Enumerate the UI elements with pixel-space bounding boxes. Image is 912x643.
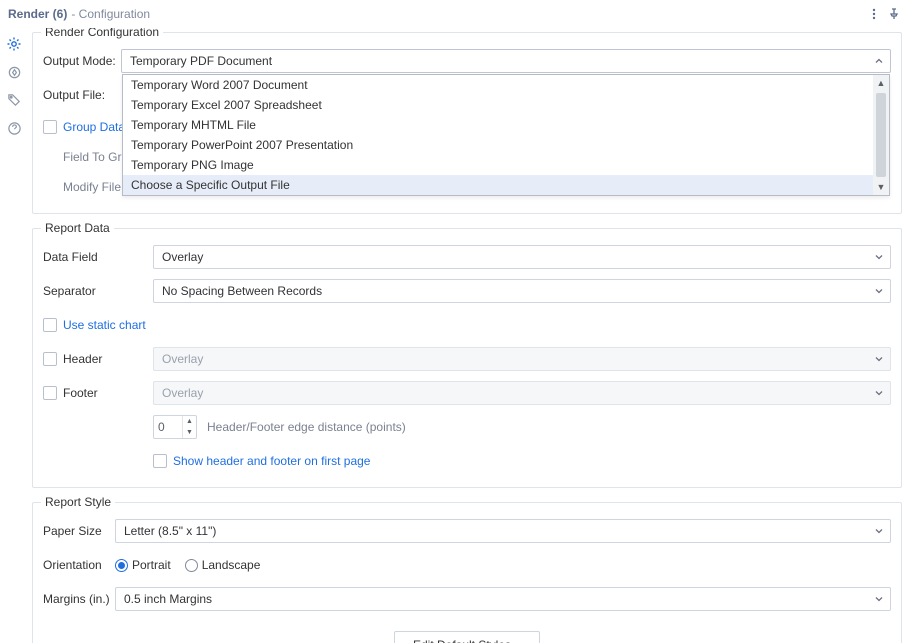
header-label: Header: [63, 352, 102, 366]
orientation-landscape-radio[interactable]: [185, 559, 198, 572]
chevron-down-icon: [874, 388, 884, 398]
separator-label: Separator: [43, 284, 153, 298]
dropdown-option[interactable]: Temporary MHTML File: [123, 115, 873, 135]
render-configuration-group: Render Configuration Output Mode: Tempor…: [32, 32, 902, 214]
chevron-down-icon: [874, 594, 884, 604]
chevron-down-icon: [874, 252, 884, 262]
report-style-group: Report Style Paper Size Letter (8.5" x 1…: [32, 502, 902, 643]
orientation-portrait-label[interactable]: Portrait: [132, 558, 171, 572]
chevron-down-icon: [874, 526, 884, 536]
spinner-down-icon[interactable]: ▼: [183, 427, 196, 438]
tag-icon[interactable]: [4, 90, 24, 110]
dropdown-option[interactable]: Choose a Specific Output File: [123, 175, 873, 195]
data-field-label: Data Field: [43, 250, 153, 264]
window-subtitle: - Configuration: [71, 7, 150, 21]
output-file-label: Output File:: [43, 88, 121, 102]
output-mode-dropdown: Temporary Word 2007 Document Temporary E…: [122, 74, 890, 196]
group-legend-report-style: Report Style: [41, 495, 115, 509]
target-icon[interactable]: [4, 62, 24, 82]
dropdown-scrollbar[interactable]: ▲ ▼: [873, 75, 889, 195]
chevron-down-icon: [874, 354, 884, 364]
use-static-chart-label[interactable]: Use static chart: [63, 318, 146, 332]
data-field-value: Overlay: [162, 250, 203, 264]
left-icon-rail: [0, 28, 28, 643]
scroll-thumb[interactable]: [876, 93, 886, 177]
margins-value: 0.5 inch Margins: [124, 592, 212, 606]
orientation-label: Orientation: [43, 558, 115, 572]
chevron-down-icon: [874, 286, 884, 296]
orientation-portrait-radio[interactable]: [115, 559, 128, 572]
data-field-select[interactable]: Overlay: [153, 245, 891, 269]
field-to-group-label: Field To Gro: [63, 150, 128, 164]
header-select: Overlay: [153, 347, 891, 371]
footer-checkbox[interactable]: [43, 386, 57, 400]
header-checkbox[interactable]: [43, 352, 57, 366]
hf-distance-value: 0: [154, 420, 182, 434]
group-data-checkbox[interactable]: [43, 120, 57, 134]
paper-size-select[interactable]: Letter (8.5" x 11"): [115, 519, 891, 543]
titlebar: Render (6) - Configuration: [0, 0, 912, 28]
paper-size-value: Letter (8.5" x 11"): [124, 524, 216, 538]
group-legend-render: Render Configuration: [41, 28, 163, 39]
separator-select[interactable]: No Spacing Between Records: [153, 279, 891, 303]
scroll-down-icon[interactable]: ▼: [873, 179, 889, 195]
dropdown-option[interactable]: Temporary Excel 2007 Spreadsheet: [123, 95, 873, 115]
group-data-label[interactable]: Group Data: [63, 120, 125, 134]
separator-value: No Spacing Between Records: [162, 284, 322, 298]
output-mode-select[interactable]: Temporary PDF Document Temporary Word 20…: [121, 49, 891, 73]
footer-label: Footer: [63, 386, 98, 400]
kebab-menu-icon[interactable]: [864, 4, 884, 24]
edit-default-styles-button[interactable]: Edit Default Styles...: [394, 631, 540, 643]
help-icon[interactable]: [4, 118, 24, 138]
dropdown-option[interactable]: Temporary Word 2007 Document: [123, 75, 873, 95]
paper-size-label: Paper Size: [43, 524, 115, 538]
pin-icon[interactable]: [884, 4, 904, 24]
dropdown-option[interactable]: Temporary PowerPoint 2007 Presentation: [123, 135, 873, 155]
gear-icon[interactable]: [4, 34, 24, 54]
footer-value: Overlay: [162, 386, 203, 400]
footer-select: Overlay: [153, 381, 891, 405]
main-panel: Render Configuration Output Mode: Tempor…: [28, 28, 912, 643]
margins-select[interactable]: 0.5 inch Margins: [115, 587, 891, 611]
report-data-group: Report Data Data Field Overlay Separator…: [32, 228, 902, 488]
orientation-landscape-label[interactable]: Landscape: [202, 558, 261, 572]
group-legend-report-data: Report Data: [41, 221, 114, 235]
hf-distance-hint: Header/Footer edge distance (points): [207, 420, 406, 434]
output-mode-value: Temporary PDF Document: [130, 54, 272, 68]
output-mode-label: Output Mode:: [43, 54, 121, 68]
window-title: Render (6): [8, 7, 67, 21]
header-value: Overlay: [162, 352, 203, 366]
hf-distance-spinner[interactable]: 0 ▲ ▼: [153, 415, 197, 439]
modify-filename-label: Modify File: [63, 180, 121, 194]
margins-label: Margins (in.): [43, 592, 115, 606]
chevron-up-icon: [874, 56, 884, 66]
use-static-chart-checkbox[interactable]: [43, 318, 57, 332]
spinner-up-icon[interactable]: ▲: [183, 416, 196, 427]
dropdown-option[interactable]: Temporary PNG Image: [123, 155, 873, 175]
show-hf-first-page-checkbox[interactable]: [153, 454, 167, 468]
show-hf-first-page-label[interactable]: Show header and footer on first page: [173, 454, 370, 468]
scroll-up-icon[interactable]: ▲: [873, 75, 889, 91]
